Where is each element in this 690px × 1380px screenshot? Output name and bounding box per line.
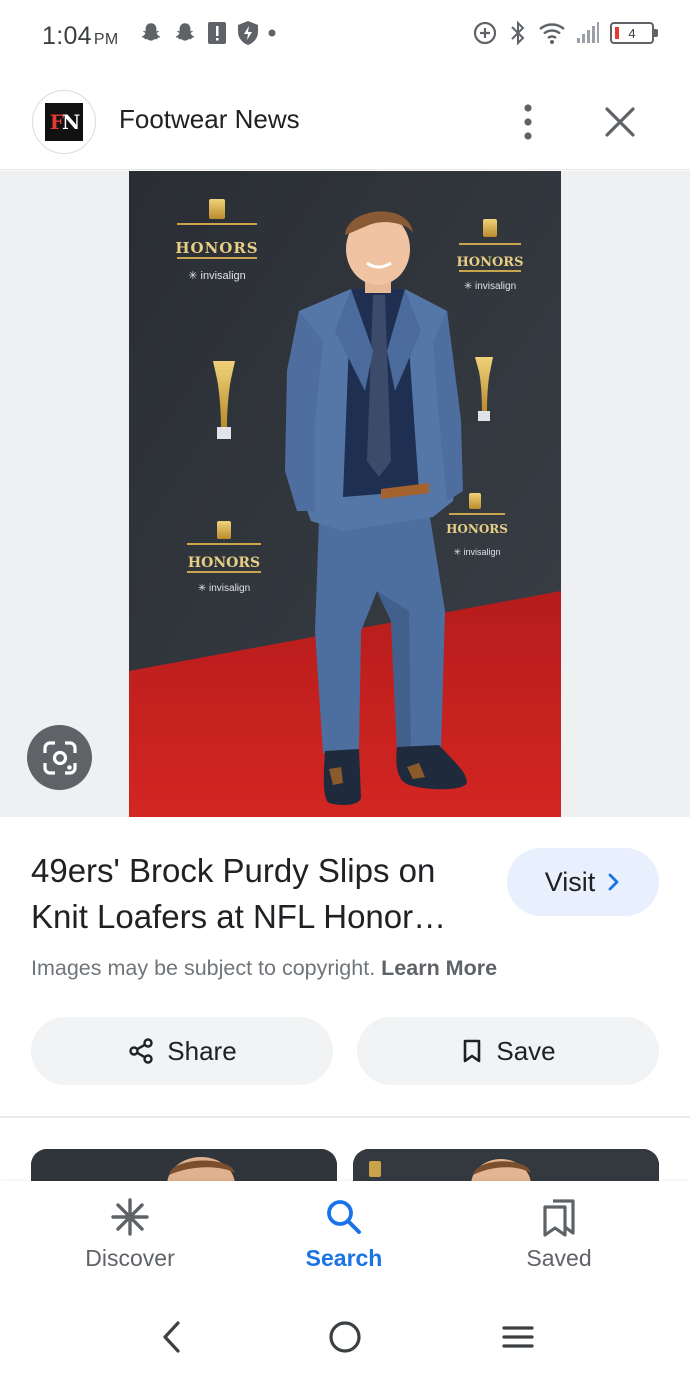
svg-text:✳ invisalign: ✳ invisalign: [453, 547, 500, 557]
copyright-text: Images may be subject to copyright.: [31, 956, 376, 980]
svg-text:✳ invisalign: ✳ invisalign: [188, 270, 246, 282]
back-chevron-icon: [163, 1321, 180, 1353]
nav-discover-label: Discover: [85, 1245, 175, 1271]
lens-search-button[interactable]: [27, 725, 92, 790]
chevron-right-icon: [608, 873, 619, 891]
svg-text:✳ invisalign: ✳ invisalign: [464, 281, 516, 292]
battery-alert-icon: [208, 22, 226, 44]
backdrop-honors-text: HONORS: [175, 239, 258, 257]
home-circle-icon: [329, 1321, 361, 1353]
signal-icon: [577, 22, 599, 43]
site-name[interactable]: Footwear News: [119, 104, 300, 135]
fn-logo-icon: FN: [45, 103, 83, 141]
backdrop-honors-text: HONORS: [446, 522, 508, 536]
save-label: Save: [496, 1035, 556, 1066]
site-logo[interactable]: FN: [32, 90, 96, 154]
backdrop-sponsor-text: invisalign: [209, 583, 250, 594]
asterisk-icon: [111, 1198, 149, 1236]
data-saver-icon: [473, 21, 497, 45]
bookmarks-icon: [543, 1199, 575, 1237]
bookmark-icon: [464, 1039, 481, 1063]
nav-saved[interactable]: Saved: [489, 1197, 629, 1272]
learn-more-link[interactable]: Learn More: [381, 956, 497, 980]
close-button[interactable]: [598, 100, 642, 144]
result-image[interactable]: HONORS ✳ invisalign HONORS ✳ invisalign: [129, 171, 561, 817]
backdrop-sponsor-text: invisalign: [475, 281, 516, 292]
search-icon: [327, 1200, 361, 1234]
status-time: 1:04 PM: [42, 22, 118, 51]
share-icon: [129, 1038, 153, 1064]
status-bar: 1:04 PM 4: [0, 0, 690, 72]
image-preview-area: HONORS ✳ invisalign HONORS ✳ invisalign: [0, 171, 690, 817]
svg-text:✳ invisalign: ✳ invisalign: [198, 583, 250, 594]
section-divider: [0, 1116, 690, 1118]
save-button[interactable]: Save: [357, 1017, 659, 1085]
nav-discover[interactable]: Discover: [60, 1197, 200, 1272]
photo-illustration: HONORS ✳ invisalign HONORS ✳ invisalign: [129, 171, 561, 817]
backdrop-sponsor-text: invisalign: [464, 547, 501, 557]
more-vert-icon: [524, 104, 532, 140]
more-options-button[interactable]: [508, 100, 548, 144]
battery-level-text: 4: [628, 25, 636, 41]
close-icon: [605, 107, 635, 137]
system-navigation-bar: [0, 1291, 690, 1380]
system-back-button[interactable]: [150, 1315, 194, 1359]
notification-icons: [138, 20, 276, 46]
battery-icon: 4: [610, 22, 658, 44]
menu-lines-icon: [502, 1326, 534, 1348]
share-label: Share: [167, 1035, 237, 1066]
shield-icon: [238, 21, 258, 45]
system-recents-button[interactable]: [496, 1315, 540, 1359]
ampm-text: PM: [93, 31, 119, 48]
bottom-navigation: Discover Search Saved: [0, 1181, 690, 1291]
backdrop-honors-text: HONORS: [456, 255, 523, 270]
copyright-notice: Images may be subject to copyright. Lear…: [31, 956, 497, 981]
result-title[interactable]: 49ers' Brock Purdy Slips on Knit Loafers…: [31, 848, 491, 940]
wifi-icon: [539, 23, 565, 44]
more-dot-icon: [268, 29, 276, 37]
backdrop-honors-text: HONORS: [188, 555, 260, 571]
system-home-button[interactable]: [323, 1315, 367, 1359]
system-icons: 4: [472, 20, 658, 46]
share-button[interactable]: Share: [31, 1017, 333, 1085]
visit-label: Visit: [544, 866, 596, 897]
visit-button[interactable]: Visit: [507, 848, 659, 916]
bluetooth-icon: [511, 20, 525, 46]
backdrop-sponsor-text: invisalign: [201, 270, 246, 282]
time-text: 1:04: [42, 22, 92, 50]
source-header: FN Footwear News: [0, 72, 690, 170]
nav-search-label: Search: [305, 1245, 383, 1271]
nav-saved-label: Saved: [526, 1245, 592, 1271]
snapchat-icon: [141, 23, 161, 41]
nav-search[interactable]: Search: [274, 1197, 414, 1272]
snapchat-icon: [175, 23, 195, 41]
google-lens-icon: [42, 740, 77, 775]
